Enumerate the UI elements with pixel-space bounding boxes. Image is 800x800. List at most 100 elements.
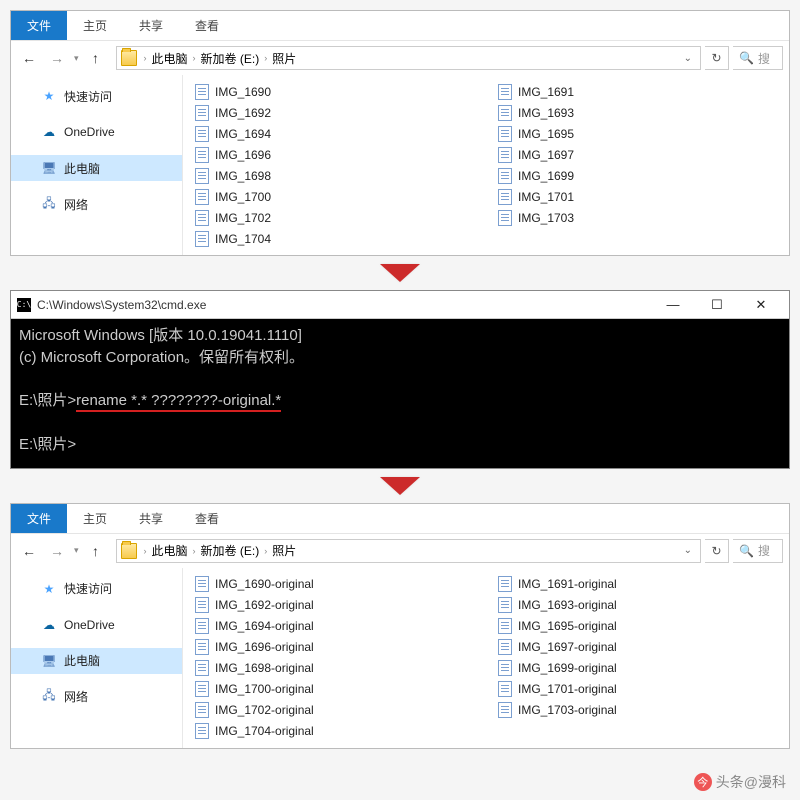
crumb-thispc[interactable]: 此电脑 — [152, 50, 188, 67]
minimize-button[interactable]: — — [651, 291, 695, 319]
sidebar-item-thispc[interactable]: 🖥 此电脑 — [11, 648, 182, 674]
file-item[interactable]: IMG_1694 — [191, 123, 478, 144]
file-item[interactable]: IMG_1695 — [494, 123, 781, 144]
file-item[interactable]: IMG_1704-original — [191, 721, 478, 742]
nav-up-button[interactable]: ↑ — [84, 46, 108, 70]
refresh-button[interactable]: ↻ — [705, 539, 729, 563]
nav-forward-button[interactable]: → — [45, 46, 69, 70]
file-item[interactable]: IMG_1700-original — [191, 679, 478, 700]
nav-history-dropdown[interactable]: ▾ — [74, 545, 79, 556]
file-item[interactable]: IMG_1696-original — [191, 637, 478, 658]
tab-home[interactable]: 主页 — [67, 504, 123, 533]
sidebar-item-onedrive[interactable]: ☁ OneDrive — [11, 119, 182, 145]
tab-share[interactable]: 共享 — [123, 11, 179, 40]
nav-back-button[interactable]: ← — [17, 539, 41, 563]
file-item[interactable]: IMG_1692-original — [191, 595, 478, 616]
tab-view[interactable]: 查看 — [179, 11, 235, 40]
sidebar-item-thispc[interactable]: 🖥 此电脑 — [11, 155, 182, 181]
file-item[interactable]: IMG_1690-original — [191, 574, 478, 595]
file-item[interactable]: IMG_1702 — [191, 207, 478, 228]
file-name: IMG_1702 — [215, 211, 271, 225]
nav-forward-button[interactable]: → — [45, 539, 69, 563]
file-item[interactable]: IMG_1697-original — [494, 637, 781, 658]
file-item[interactable]: IMG_1698-original — [191, 658, 478, 679]
file-item[interactable]: IMG_1704 — [191, 228, 478, 249]
sidebar-item-network[interactable]: 🖧 网络 — [11, 684, 182, 710]
file-item[interactable]: IMG_1693-original — [494, 595, 781, 616]
file-item[interactable]: IMG_1702-original — [191, 700, 478, 721]
crumb-thispc[interactable]: 此电脑 — [152, 542, 188, 559]
refresh-button[interactable]: ↻ — [705, 46, 729, 70]
sidebar-item-quickaccess[interactable]: ★ 快速访问 — [11, 83, 182, 109]
cmd-titlebar: C:\ C:\Windows\System32\cmd.exe — ☐ ✕ — [11, 291, 789, 319]
tab-file[interactable]: 文件 — [11, 11, 67, 40]
sidebar-item-network[interactable]: 🖧 网络 — [11, 191, 182, 217]
star-icon: ★ — [41, 581, 57, 597]
file-item[interactable]: IMG_1701-original — [494, 679, 781, 700]
address-dropdown-icon[interactable]: ⌄ — [684, 545, 692, 556]
file-icon — [195, 126, 209, 142]
file-item[interactable]: IMG_1703-original — [494, 700, 781, 721]
address-bar[interactable]: › 此电脑 › 新加卷 (E:) › 照片 ⌄ — [116, 46, 701, 70]
file-item[interactable]: IMG_1699-original — [494, 658, 781, 679]
file-item[interactable]: IMG_1701 — [494, 186, 781, 207]
watermark-text: 头条@漫科 — [716, 772, 786, 792]
file-item[interactable]: IMG_1691-original — [494, 574, 781, 595]
folder-icon — [121, 543, 137, 559]
tab-view[interactable]: 查看 — [179, 504, 235, 533]
file-name: IMG_1692 — [215, 106, 271, 120]
file-item[interactable]: IMG_1695-original — [494, 616, 781, 637]
cmd-output[interactable]: Microsoft Windows [版本 10.0.19041.1110] (… — [11, 319, 789, 468]
crumb-volume[interactable]: 新加卷 (E:) — [201, 542, 260, 559]
file-icon — [498, 660, 512, 676]
file-item[interactable]: IMG_1698 — [191, 165, 478, 186]
maximize-button[interactable]: ☐ — [695, 291, 739, 319]
nav-back-button[interactable]: ← — [17, 46, 41, 70]
file-item[interactable]: IMG_1693 — [494, 102, 781, 123]
file-icon — [498, 126, 512, 142]
sidebar: ★ 快速访问 ☁ OneDrive 🖥 此电脑 🖧 网络 — [11, 75, 183, 255]
file-item[interactable]: IMG_1699 — [494, 165, 781, 186]
search-input[interactable]: 🔍 搜 — [733, 46, 783, 70]
file-item[interactable]: IMG_1696 — [191, 144, 478, 165]
ribbon: 文件 主页 共享 查看 — [11, 504, 789, 534]
nav-up-button[interactable]: ↑ — [84, 539, 108, 563]
file-list: IMG_1690-originalIMG_1692-originalIMG_16… — [183, 568, 789, 748]
file-icon — [195, 210, 209, 226]
sidebar-label: 快速访问 — [64, 88, 112, 105]
file-name: IMG_1700 — [215, 190, 271, 204]
cmd-line: Microsoft Windows [版本 10.0.19041.1110] — [19, 327, 302, 344]
star-icon: ★ — [41, 88, 57, 104]
file-name: IMG_1701 — [518, 190, 574, 204]
nav-history-dropdown[interactable]: ▾ — [74, 53, 79, 64]
file-item[interactable]: IMG_1700 — [191, 186, 478, 207]
sidebar-item-quickaccess[interactable]: ★ 快速访问 — [11, 576, 182, 602]
network-icon: 🖧 — [41, 196, 57, 212]
file-icon — [498, 189, 512, 205]
address-bar[interactable]: › 此电脑 › 新加卷 (E:) › 照片 ⌄ — [116, 539, 701, 563]
address-dropdown-icon[interactable]: ⌄ — [684, 53, 692, 64]
file-name: IMG_1697-original — [518, 640, 617, 654]
search-icon: 🔍 — [739, 544, 754, 558]
file-item[interactable]: IMG_1694-original — [191, 616, 478, 637]
cmd-title-text: C:\Windows\System32\cmd.exe — [37, 298, 206, 312]
file-item[interactable]: IMG_1690 — [191, 81, 478, 102]
file-item[interactable]: IMG_1692 — [191, 102, 478, 123]
tab-share[interactable]: 共享 — [123, 504, 179, 533]
pc-icon: 🖥 — [41, 160, 57, 176]
crumb-photos[interactable]: 照片 — [272, 542, 296, 559]
tab-file[interactable]: 文件 — [11, 504, 67, 533]
search-input[interactable]: 🔍 搜 — [733, 539, 783, 563]
crumb-volume[interactable]: 新加卷 (E:) — [201, 50, 260, 67]
close-button[interactable]: ✕ — [739, 291, 783, 319]
sidebar-item-onedrive[interactable]: ☁ OneDrive — [11, 612, 182, 638]
tab-home[interactable]: 主页 — [67, 11, 123, 40]
file-name: IMG_1695 — [518, 127, 574, 141]
file-item[interactable]: IMG_1697 — [494, 144, 781, 165]
file-icon — [498, 105, 512, 121]
crumb-photos[interactable]: 照片 — [272, 50, 296, 67]
search-icon: 🔍 — [739, 51, 754, 65]
file-icon — [498, 681, 512, 697]
file-item[interactable]: IMG_1691 — [494, 81, 781, 102]
file-item[interactable]: IMG_1703 — [494, 207, 781, 228]
